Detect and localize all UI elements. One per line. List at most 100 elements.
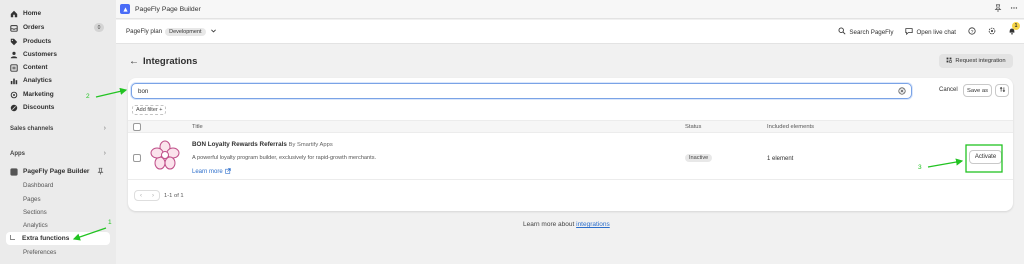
search-input-value: bon	[138, 87, 149, 95]
sidebar-item-label: Customers	[23, 51, 57, 58]
chat-icon	[905, 27, 914, 37]
sidebar-sub-dashboard[interactable]: Dashboard	[23, 182, 53, 189]
chevron-left-icon[interactable]: ‹	[140, 193, 142, 199]
svg-text:?: ?	[971, 29, 974, 35]
sidebar-item-home[interactable]: Home	[4, 7, 110, 20]
content-icon	[10, 63, 18, 72]
activate-button[interactable]: Activate	[969, 150, 1002, 164]
sidebar-sub-pages[interactable]: Pages	[23, 196, 41, 203]
integration-vendor: By Smartify Apps	[288, 142, 333, 148]
app-subbar: PageFly plan Development Search PageFly …	[116, 20, 1024, 44]
bon-loyalty-logo	[150, 140, 180, 170]
pagination: ‹ › 1-1 of 1	[134, 190, 184, 201]
tree-branch-icon	[10, 234, 15, 240]
external-link-icon	[224, 168, 231, 176]
person-icon	[10, 51, 18, 59]
integration-name: BON Loyalty Rewards Referrals	[192, 141, 287, 148]
sidebar-sub-preferences[interactable]: Preferences	[23, 249, 56, 256]
app-title: PageFly Page Builder	[135, 5, 201, 13]
select-all-checkbox[interactable]	[133, 123, 141, 131]
learn-more-label: Learn more	[192, 169, 223, 175]
column-status: Status	[685, 124, 702, 130]
sidebar-item-products[interactable]: Products	[4, 35, 110, 48]
footer-text: Learn more about	[523, 221, 575, 228]
sidebar-item-label: Orders	[23, 24, 45, 31]
sidebar-item-marketing[interactable]: Marketing	[4, 88, 110, 101]
pagefly-logo-icon	[120, 4, 130, 14]
sidebar-item-label: Marketing	[23, 91, 54, 98]
search-input[interactable]: bon	[131, 83, 912, 99]
bell-icon	[1008, 28, 1016, 37]
sidebar: Home Orders 0 Products Customers Content…	[0, 0, 116, 264]
pagination-label: 1-1 of 1	[164, 192, 184, 199]
sort-icon	[999, 86, 1006, 95]
open-live-chat-button[interactable]: Open live chat	[905, 27, 956, 37]
table-header: Title Status Included elements	[128, 120, 1013, 133]
pin-icon[interactable]	[97, 167, 104, 177]
orders-count-badge: 0	[94, 23, 104, 32]
sidebar-sub-extra-functions[interactable]: Extra functions	[6, 232, 110, 245]
search-pagefly-button[interactable]: Search PageFly	[838, 27, 893, 37]
search-icon	[838, 27, 846, 37]
add-filter-button[interactable]: Add filter +	[132, 105, 167, 115]
sidebar-item-discounts[interactable]: Discounts	[4, 101, 110, 114]
status-badge: Inactive	[685, 154, 713, 162]
analytics-icon	[10, 77, 18, 85]
back-arrow-icon[interactable]: ←	[129, 56, 139, 67]
sales-channels-heading[interactable]: Sales channels	[10, 126, 53, 132]
notification-bell-button[interactable]: 1	[1008, 22, 1020, 37]
annotation-number-3: 3	[918, 164, 922, 171]
chevron-right-icon[interactable]: ›	[104, 150, 106, 157]
apps-heading[interactable]: Apps	[10, 151, 25, 157]
notification-count-badge: 1	[1012, 22, 1020, 30]
row-checkbox[interactable]	[133, 154, 141, 162]
discount-icon	[10, 104, 18, 112]
included-elements-value: 1 element	[767, 156, 794, 162]
sidebar-item-label: Content	[23, 64, 48, 71]
pagefly-app-icon	[10, 167, 18, 176]
request-integration-label: Request integration	[955, 58, 1006, 64]
sidebar-sub-label: Extra functions	[22, 235, 70, 242]
learn-more-link[interactable]: Learn more	[192, 168, 231, 176]
help-icon[interactable]: ?	[968, 27, 976, 37]
open-live-chat-label: Open live chat	[916, 28, 956, 36]
chevron-right-icon[interactable]: ›	[104, 125, 106, 132]
sidebar-sub-sections[interactable]: Sections	[23, 209, 47, 216]
home-icon	[10, 10, 18, 18]
plan-badge: Development	[165, 27, 206, 36]
annotation-number-1: 1	[108, 219, 112, 226]
chevron-right-icon[interactable]: ›	[152, 193, 154, 199]
integration-title: BON Loyalty Rewards Referrals By Smartif…	[192, 141, 333, 148]
cancel-button[interactable]: Cancel	[939, 87, 958, 93]
page-title: Integrations	[143, 56, 198, 67]
pagination-buttons[interactable]: ‹ ›	[134, 190, 160, 201]
annotation-number-2: 2	[86, 93, 90, 100]
more-icon[interactable]	[1010, 4, 1018, 14]
request-integration-button[interactable]: Request integration	[939, 54, 1013, 68]
sidebar-item-label: Home	[23, 10, 42, 17]
integrations-link[interactable]: integrations	[576, 221, 610, 228]
chevron-down-icon[interactable]	[210, 27, 217, 36]
sort-button[interactable]	[995, 84, 1009, 97]
table-row[interactable]: BON Loyalty Rewards Referrals By Smartif…	[128, 134, 1013, 180]
plan-label: PageFly plan	[126, 28, 163, 35]
sidebar-item-label: Analytics	[23, 77, 52, 84]
integration-description: A powerful loyalty program builder, excl…	[192, 155, 377, 161]
footer-learn-more: Learn more about integrations	[523, 221, 610, 228]
sidebar-app-label: PageFly Page Builder	[23, 168, 90, 175]
sidebar-sub-analytics[interactable]: Analytics	[23, 222, 48, 229]
pin-icon[interactable]	[994, 4, 1002, 14]
column-included-elements: Included elements	[767, 124, 815, 130]
integrations-card: bon Cancel Save as Add filter + Title St…	[128, 78, 1013, 211]
search-pagefly-label: Search PageFly	[849, 28, 894, 36]
sidebar-item-analytics[interactable]: Analytics	[4, 74, 110, 87]
sidebar-item-customers[interactable]: Customers	[4, 48, 110, 61]
sidebar-item-content[interactable]: Content	[4, 61, 110, 74]
column-title: Title	[192, 124, 203, 130]
sidebar-item-label: Discounts	[23, 104, 55, 111]
sidebar-app-pagefly[interactable]: PageFly Page Builder	[4, 165, 110, 178]
settings-icon[interactable]	[988, 27, 996, 37]
sidebar-item-orders[interactable]: Orders 0	[4, 21, 110, 34]
clear-search-icon[interactable]	[898, 87, 906, 95]
save-as-button[interactable]: Save as	[963, 84, 992, 97]
